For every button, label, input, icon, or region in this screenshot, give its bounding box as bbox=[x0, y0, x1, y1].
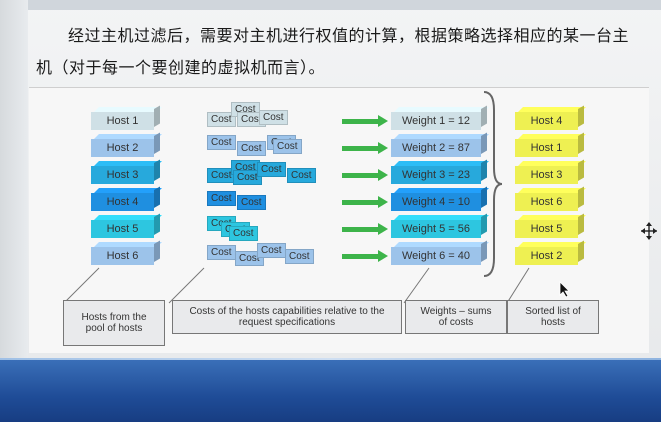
sorted-host-box-label: Host 4 bbox=[530, 115, 563, 127]
scheduler-weighing-diagram: Host 1 Host 2 Host 3 Host 4 Host 5 Host 6 Cos… bbox=[29, 87, 649, 353]
host-box-label: Host 2 bbox=[106, 142, 139, 154]
weight-box-label: Weight 6 = 40 bbox=[402, 250, 470, 262]
host-box-label: Host 3 bbox=[106, 169, 139, 181]
sorted-host-box-label: Host 1 bbox=[530, 142, 563, 154]
host-box-label: Host 4 bbox=[106, 196, 139, 208]
host-box-label: Host 5 bbox=[106, 223, 139, 235]
slide-footer-band bbox=[0, 360, 661, 422]
move-cursor-icon bbox=[641, 222, 657, 240]
note-costs: Costs of the hosts capabilities relative… bbox=[172, 300, 402, 334]
weight-box-label: Weight 5 = 56 bbox=[402, 223, 470, 235]
sorted-host-box-label: Host 6 bbox=[530, 196, 563, 208]
mouse-pointer-icon bbox=[559, 281, 570, 298]
sorted-host-box-label: Host 3 bbox=[530, 169, 563, 181]
sorted-host-box-label: Host 2 bbox=[530, 250, 563, 262]
note-sorted: Sorted list of hosts bbox=[507, 300, 599, 334]
host-box-label: Host 1 bbox=[106, 115, 139, 127]
note-weights: Weights – sums of costs bbox=[405, 300, 507, 334]
weight-box-label: Weight 1 = 12 bbox=[402, 115, 470, 127]
weight-box-label: Weight 4 = 10 bbox=[402, 196, 470, 208]
weight-box-label: Weight 2 = 87 bbox=[402, 142, 470, 154]
caption-text: 经过主机过滤后，需要对主机进行权值的计算，根据策略选择相应的某一台主机（对于每一… bbox=[36, 26, 630, 77]
host-box-label: Host 6 bbox=[106, 250, 139, 262]
window-top-strip bbox=[0, 0, 661, 10]
sorted-host-box-label: Host 5 bbox=[530, 223, 563, 235]
slide-caption: 经过主机过滤后，需要对主机进行权值的计算，根据策略选择相应的某一台主机（对于每一… bbox=[36, 20, 636, 84]
weight-box-label: Weight 3 = 23 bbox=[402, 169, 470, 181]
note-hosts: Hosts from the pool of hosts bbox=[63, 300, 165, 346]
